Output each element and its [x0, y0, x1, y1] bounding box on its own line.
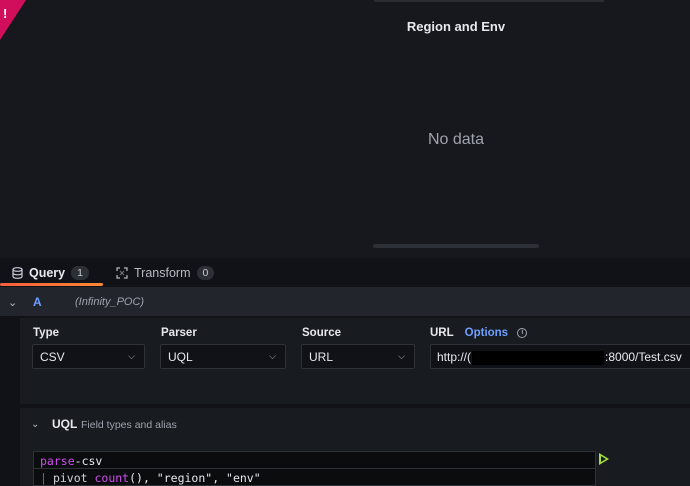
code-dash: - [74, 454, 82, 468]
tab-query-label: Query [29, 266, 66, 280]
code-text: csv [81, 454, 103, 468]
panel-body [0, 0, 690, 258]
parser-select-value: UQL [168, 350, 193, 364]
uql-section-title[interactable]: UQL [52, 417, 77, 431]
chevron-down-icon[interactable]: ⌄ [8, 296, 17, 309]
no-data-message: No data [427, 131, 485, 148]
url-value-prefix: http://( [437, 350, 472, 364]
panel-title: Region and Env [406, 19, 506, 34]
parser-label: Parser [161, 327, 197, 339]
parser-select[interactable]: UQL ⌵ [160, 344, 286, 369]
tab-transform-count: 0 [196, 266, 215, 280]
code-function: count [94, 471, 130, 485]
active-tab-indicator [0, 283, 103, 286]
source-label: Source [302, 327, 341, 339]
url-value-suffix: :8000/Test.csv [605, 350, 682, 364]
type-select-value: CSV [40, 350, 65, 364]
code-line[interactable]: | pivot count(), "region", "env" [34, 470, 595, 486]
type-select[interactable]: CSV ⌵ [32, 344, 145, 369]
code-args: (), "region", "env" [129, 471, 261, 485]
url-label-group: URL Options i [430, 327, 528, 339]
url-input[interactable]: http://( :8000/Test.csv [430, 344, 690, 369]
chevron-down-icon[interactable]: ⌄ [31, 419, 39, 430]
query-ref-id[interactable]: A [33, 295, 42, 309]
url-label: URL [430, 327, 454, 339]
editor-tabs: Query 1 Transform 0 [0, 258, 690, 288]
panel-header-divider [374, 0, 604, 2]
chevron-down-icon: ⌵ [269, 351, 276, 361]
url-options-link[interactable]: Options [465, 327, 508, 339]
tab-query-count: 1 [71, 266, 89, 280]
code-line[interactable]: parse-csv [34, 452, 595, 469]
pipe-marker: | [40, 471, 47, 485]
query-row-header[interactable]: ⌄ A (Infinity_POC) [0, 288, 690, 316]
uql-code-editor[interactable]: parse-csv | pivot count(), "region", "env… [33, 451, 596, 486]
source-select-value: URL [309, 350, 334, 364]
database-icon [12, 267, 23, 279]
source-select[interactable]: URL ⌵ [301, 344, 415, 369]
code-keyword: parse [40, 454, 75, 468]
redacted-host [472, 350, 605, 365]
query-datasource-name: (Infinity_POC) [75, 296, 145, 308]
run-query-icon-inner [601, 456, 606, 462]
uql-section-subtitle: Field types and alias [81, 419, 177, 431]
chevron-down-icon: ⌵ [398, 351, 405, 361]
tab-transform-label: Transform [134, 266, 191, 280]
code-command: pivot [52, 471, 95, 485]
type-label: Type [33, 327, 59, 339]
tab-transform[interactable]: Transform 0 [116, 258, 215, 288]
transform-icon [116, 267, 128, 279]
panel-preview: ! Region and Env No data [0, 0, 690, 258]
chevron-down-icon: ⌵ [128, 351, 135, 361]
info-icon[interactable]: i [517, 327, 528, 338]
panel-scrollbar[interactable] [373, 244, 539, 248]
